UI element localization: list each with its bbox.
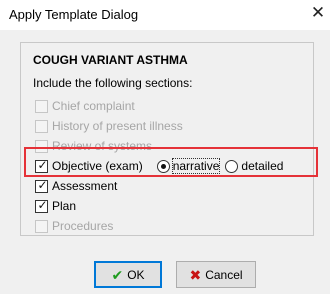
checkmark-icon: ✔ — [111, 266, 124, 283]
checkbox[interactable] — [35, 99, 48, 113]
checkmark-icon: ✓ — [37, 177, 48, 192]
cancel-x-icon: ✖ — [189, 266, 202, 283]
section-label: History of present illness — [52, 119, 183, 133]
radio-label: detailed — [241, 159, 284, 173]
section-label: Plan — [52, 199, 77, 213]
cancel-button[interactable]: ✖ Cancel — [176, 261, 256, 288]
checkbox[interactable]: ✓ — [35, 197, 48, 213]
checkbox[interactable]: ✓ — [35, 177, 48, 193]
section-assessment[interactable]: ✓ Assessment — [35, 177, 117, 195]
radio-option-narrative[interactable]: narrative — [156, 158, 221, 174]
checkmark-icon: ✓ — [37, 197, 48, 212]
radio-button[interactable] — [156, 159, 170, 173]
section-procedures[interactable]: Procedures — [35, 217, 113, 235]
section-label: Chief complaint — [52, 99, 135, 113]
window-title: Apply Template Dialog — [9, 7, 139, 22]
checkbox[interactable]: ✓ — [35, 157, 48, 173]
instruction-text: Include the following sections: — [33, 76, 193, 90]
checkbox[interactable] — [35, 139, 48, 153]
dialog-body: COUGH VARIANT ASTHMA Include the followi… — [0, 30, 330, 294]
ok-button[interactable]: ✔ OK — [94, 261, 162, 288]
section-objective-exam[interactable]: ✓ Objective (exam) narrative detailed — [35, 157, 283, 175]
checkbox[interactable] — [35, 219, 48, 233]
close-icon[interactable]: ✕ — [309, 4, 327, 22]
section-chief-complaint[interactable]: Chief complaint — [35, 97, 135, 115]
section-label: Assessment — [52, 179, 118, 193]
radio-dot-icon — [160, 163, 166, 169]
cancel-label: Cancel — [205, 267, 243, 282]
checkbox[interactable] — [35, 119, 48, 133]
radio-button[interactable] — [225, 159, 239, 173]
checkmark-icon: ✓ — [37, 157, 48, 172]
section-review-of-systems[interactable]: Review of systems — [35, 137, 152, 155]
radio-label: narrative — [171, 158, 221, 174]
ok-label: OK — [127, 267, 145, 282]
radio-option-detailed[interactable]: detailed — [225, 159, 283, 173]
title-bar: Apply Template Dialog ✕ — [0, 0, 330, 30]
section-history-of-present-illness[interactable]: History of present illness — [35, 117, 183, 135]
template-name: COUGH VARIANT ASTHMA — [33, 53, 188, 67]
section-plan[interactable]: ✓ Plan — [35, 197, 76, 215]
sections-group: COUGH VARIANT ASTHMA Include the followi… — [20, 42, 314, 236]
section-label: Review of systems — [52, 139, 153, 153]
section-label: Objective (exam) — [52, 159, 143, 173]
section-label: Procedures — [52, 219, 114, 233]
